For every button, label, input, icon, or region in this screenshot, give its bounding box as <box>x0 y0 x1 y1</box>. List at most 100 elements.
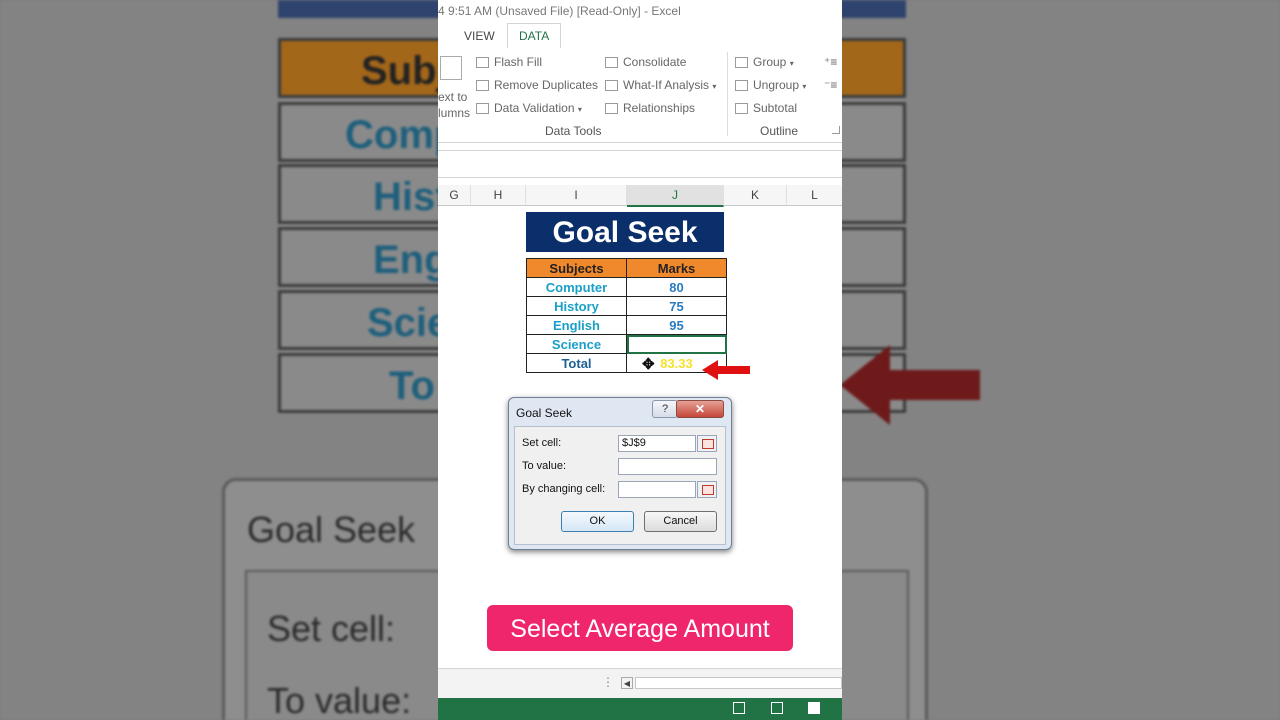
ok-button[interactable]: OK <box>561 511 634 532</box>
instruction-caption: Select Average Amount <box>487 605 793 651</box>
total-label-cell[interactable]: Total <box>526 353 627 373</box>
ungroup-label: Ungroup <box>753 78 800 92</box>
column-header-i[interactable]: I <box>526 185 627 206</box>
consolidate-button[interactable]: Consolidate <box>605 55 686 69</box>
subject-cell[interactable]: History <box>526 296 627 316</box>
text-to-columns-label-2: lumns <box>438 106 471 120</box>
subtotal-button[interactable]: Subtotal <box>735 101 797 115</box>
header-subjects[interactable]: Subjects <box>526 258 627 278</box>
relationships-icon <box>605 103 618 114</box>
subtotal-icon <box>735 103 748 114</box>
data-validation-icon <box>476 103 489 114</box>
changing-cell-label: By changing cell: <box>522 483 606 495</box>
flash-fill-button[interactable]: Flash Fill <box>476 55 542 69</box>
relationships-label: Relationships <box>623 101 696 115</box>
subtotal-label: Subtotal <box>753 101 798 115</box>
collapse-dialog-icon[interactable] <box>697 435 717 452</box>
ribbon-data: ext to lumns Flash Fill Remove Duplicate… <box>438 48 842 143</box>
tab-data[interactable]: DATA <box>507 23 562 49</box>
to-value-label: To value: <box>522 460 567 472</box>
column-header-l[interactable]: L <box>787 185 842 206</box>
what-if-label: What-If Analysis <box>623 78 710 92</box>
page-layout-icon[interactable] <box>771 702 783 714</box>
marks-cell[interactable]: 95 <box>626 315 727 335</box>
excel-window: 4 9:51 AM (Unsaved File) [Read-Only] - E… <box>438 0 842 720</box>
ungroup-button[interactable]: Ungroup ▾ <box>735 78 806 92</box>
show-detail-icon: ⁺≡ <box>824 55 838 69</box>
sheet-title[interactable]: Goal Seek <box>526 212 724 252</box>
flash-fill-icon <box>476 57 489 68</box>
bg-set-cell-label: Set cell: <box>267 608 396 649</box>
column-header-h[interactable]: H <box>471 185 526 206</box>
bg-row-text: To <box>389 364 435 408</box>
help-button[interactable]: ? <box>652 400 678 418</box>
table-header-row: Subjects Marks <box>526 258 727 278</box>
subject-cell[interactable]: Science <box>526 334 627 354</box>
window-title: 4 9:51 AM (Unsaved File) [Read-Only] - E… <box>438 4 681 18</box>
show-detail-button[interactable]: ⁺≡ <box>824 55 837 69</box>
data-validation-button[interactable]: Data Validation ▾ <box>476 101 582 115</box>
remove-duplicates-button[interactable]: Remove Duplicates <box>476 78 598 92</box>
science-marks-cell[interactable] <box>626 334 727 354</box>
header-marks[interactable]: Marks <box>626 258 727 278</box>
formula-bar[interactable] <box>438 150 842 178</box>
close-button[interactable]: ✕ <box>676 400 724 418</box>
group-icon <box>735 57 748 68</box>
table-row: History 75 <box>526 296 727 316</box>
table-row: Computer 80 <box>526 277 727 297</box>
set-cell-label: Set cell: <box>522 437 562 449</box>
column-header-j[interactable]: J <box>627 185 724 207</box>
collapse-dialog-icon[interactable] <box>697 481 717 498</box>
set-cell-input[interactable] <box>618 435 696 452</box>
consolidate-icon <box>605 57 618 68</box>
text-to-columns-label-1: ext to <box>438 90 468 104</box>
column-header-g[interactable]: G <box>438 185 471 206</box>
outline-group-label: Outline <box>760 124 799 138</box>
cell-cursor-icon: ✥ <box>642 356 655 373</box>
bg-dialog-title: Goal Seek <box>247 509 416 550</box>
flash-fill-label: Flash Fill <box>494 55 543 69</box>
data-validation-label: Data Validation <box>494 101 575 115</box>
horizontal-scroll-area: ⋮ ◀ <box>438 668 842 699</box>
what-if-analysis-button[interactable]: What-If Analysis ▾ <box>605 78 716 92</box>
average-value: 83.33 <box>660 355 693 371</box>
red-arrow-icon <box>702 360 750 380</box>
goal-seek-dialog: Goal Seek ? ✕ Set cell: To value: By cha… <box>508 397 732 550</box>
what-if-icon <box>605 80 618 91</box>
subject-cell[interactable]: Computer <box>526 277 627 297</box>
group-label: Group <box>753 55 787 69</box>
table-row: English 95 <box>526 315 727 335</box>
bg-header-text: Subj <box>361 49 448 93</box>
tab-view[interactable]: VIEW <box>464 24 495 48</box>
ribbon-divider <box>727 52 728 136</box>
hide-detail-button[interactable]: ⁻≡ <box>824 78 837 92</box>
sheet-tab-splitter-icon[interactable]: ⋮ <box>602 675 614 689</box>
scroll-left-button[interactable]: ◀ <box>621 677 633 689</box>
normal-view-icon[interactable] <box>733 702 745 714</box>
text-to-columns-button[interactable]: ext to lumns <box>438 54 472 120</box>
marks-cell[interactable]: 80 <box>626 277 727 297</box>
bg-row-text: Scie <box>367 301 450 345</box>
remove-duplicates-label: Remove Duplicates <box>494 78 599 92</box>
chevron-down-icon: ▾ <box>789 59 794 68</box>
data-tools-group-label: Data Tools <box>545 124 602 138</box>
subject-cell[interactable]: English <box>526 315 627 335</box>
marks-cell[interactable]: 75 <box>626 296 727 316</box>
to-value-input[interactable] <box>618 458 717 475</box>
ungroup-icon <box>735 80 748 91</box>
changing-cell-input[interactable] <box>618 481 696 498</box>
dialog-title: Goal Seek <box>516 406 573 420</box>
column-header-k[interactable]: K <box>724 185 787 206</box>
group-button[interactable]: Group ▾ <box>735 55 794 69</box>
horizontal-scrollbar[interactable] <box>635 677 842 689</box>
hide-detail-icon: ⁻≡ <box>824 78 838 92</box>
ribbon-tabs: VIEW DATA <box>438 23 842 49</box>
relationships-button[interactable]: Relationships <box>605 101 695 115</box>
text-to-columns-icon <box>440 56 462 80</box>
dialog-launcher-icon[interactable] <box>832 126 840 134</box>
chevron-down-icon: ▾ <box>577 105 582 114</box>
bg-arrow-icon <box>840 345 980 425</box>
cancel-button[interactable]: Cancel <box>644 511 717 532</box>
remove-duplicates-icon <box>476 80 489 91</box>
page-break-preview-icon[interactable] <box>808 702 820 714</box>
